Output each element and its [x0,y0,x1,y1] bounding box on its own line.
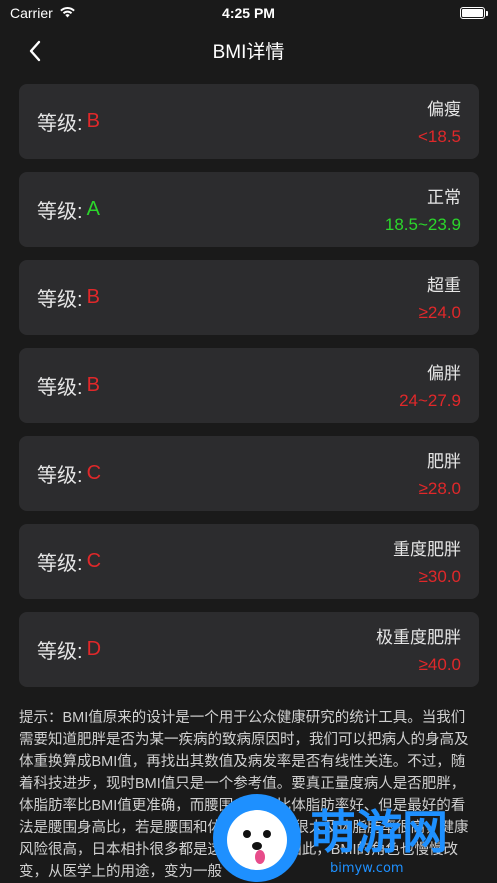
category-name: 肥胖 [427,452,461,471]
grade-card[interactable]: 等级: B 超重 ≥24.0 [19,260,479,335]
grade-value: B [86,110,100,132]
grade-label: 等级: [37,201,83,223]
bmi-grade-list: 等级: B 偏瘦 <18.5 等级: A 正常 18.5~23.9 等级: B … [19,84,479,700]
chevron-left-icon [29,40,41,62]
grade-card[interactable]: 等级: A 正常 18.5~23.9 [19,172,479,247]
grade-group: 等级: C [37,524,101,599]
battery-icon [460,7,488,19]
page-title: BMI详情 [212,41,285,63]
category-range: ≥40.0 [418,655,461,674]
grade-label: 等级: [37,289,83,311]
category-range: ≥30.0 [418,567,461,586]
status-bar: Carrier 4:25 PM [0,0,497,26]
grade-value: C [86,550,102,572]
wifi-icon [59,5,76,21]
grade-group: 等级: C [37,436,101,511]
grade-label: 等级: [37,113,83,135]
grade-group: 等级: B [37,260,100,335]
category-range: <18.5 [417,127,461,146]
carrier-group: Carrier [10,5,76,21]
grade-value: A [86,198,100,220]
grade-card[interactable]: 等级: B 偏瘦 <18.5 [19,84,479,159]
category-name: 正常 [427,188,461,207]
category-name: 极重度肥胖 [376,628,461,647]
category-range: ≥24.0 [418,303,461,322]
grade-value: D [86,638,102,660]
category-range: 18.5~23.9 [384,215,461,234]
grade-group: 等级: D [37,612,101,687]
back-button[interactable] [20,36,50,66]
grade-group: 等级: B [37,348,100,423]
grade-value: B [86,374,100,396]
nav-bar: BMI详情 [0,26,497,74]
category-range: 24~27.9 [399,391,461,410]
grade-label: 等级: [37,641,83,663]
grade-label: 等级: [37,465,83,487]
category-name: 偏瘦 [427,100,461,119]
grade-value: C [86,462,102,484]
category-name: 超重 [427,276,461,295]
grade-label: 等级: [37,377,83,399]
category-range: ≥28.0 [418,479,461,498]
grade-card[interactable]: 等级: C 重度肥胖 ≥30.0 [19,524,479,599]
bmi-tip-text: 提示：BMI值原来的设计是一个用于公众健康研究的统计工具。当我们需要知道肥胖是否… [19,710,469,880]
carrier-label: Carrier [10,5,53,21]
grade-group: 等级: B [37,84,100,159]
grade-group: 等级: A [37,172,100,247]
grade-card[interactable]: 等级: B 偏胖 24~27.9 [19,348,479,423]
grade-value: B [86,286,100,308]
grade-card[interactable]: 等级: D 极重度肥胖 ≥40.0 [19,612,479,687]
category-name: 重度肥胖 [393,540,461,559]
category-name: 偏胖 [427,364,461,383]
grade-label: 等级: [37,553,83,575]
grade-card[interactable]: 等级: C 肥胖 ≥28.0 [19,436,479,511]
